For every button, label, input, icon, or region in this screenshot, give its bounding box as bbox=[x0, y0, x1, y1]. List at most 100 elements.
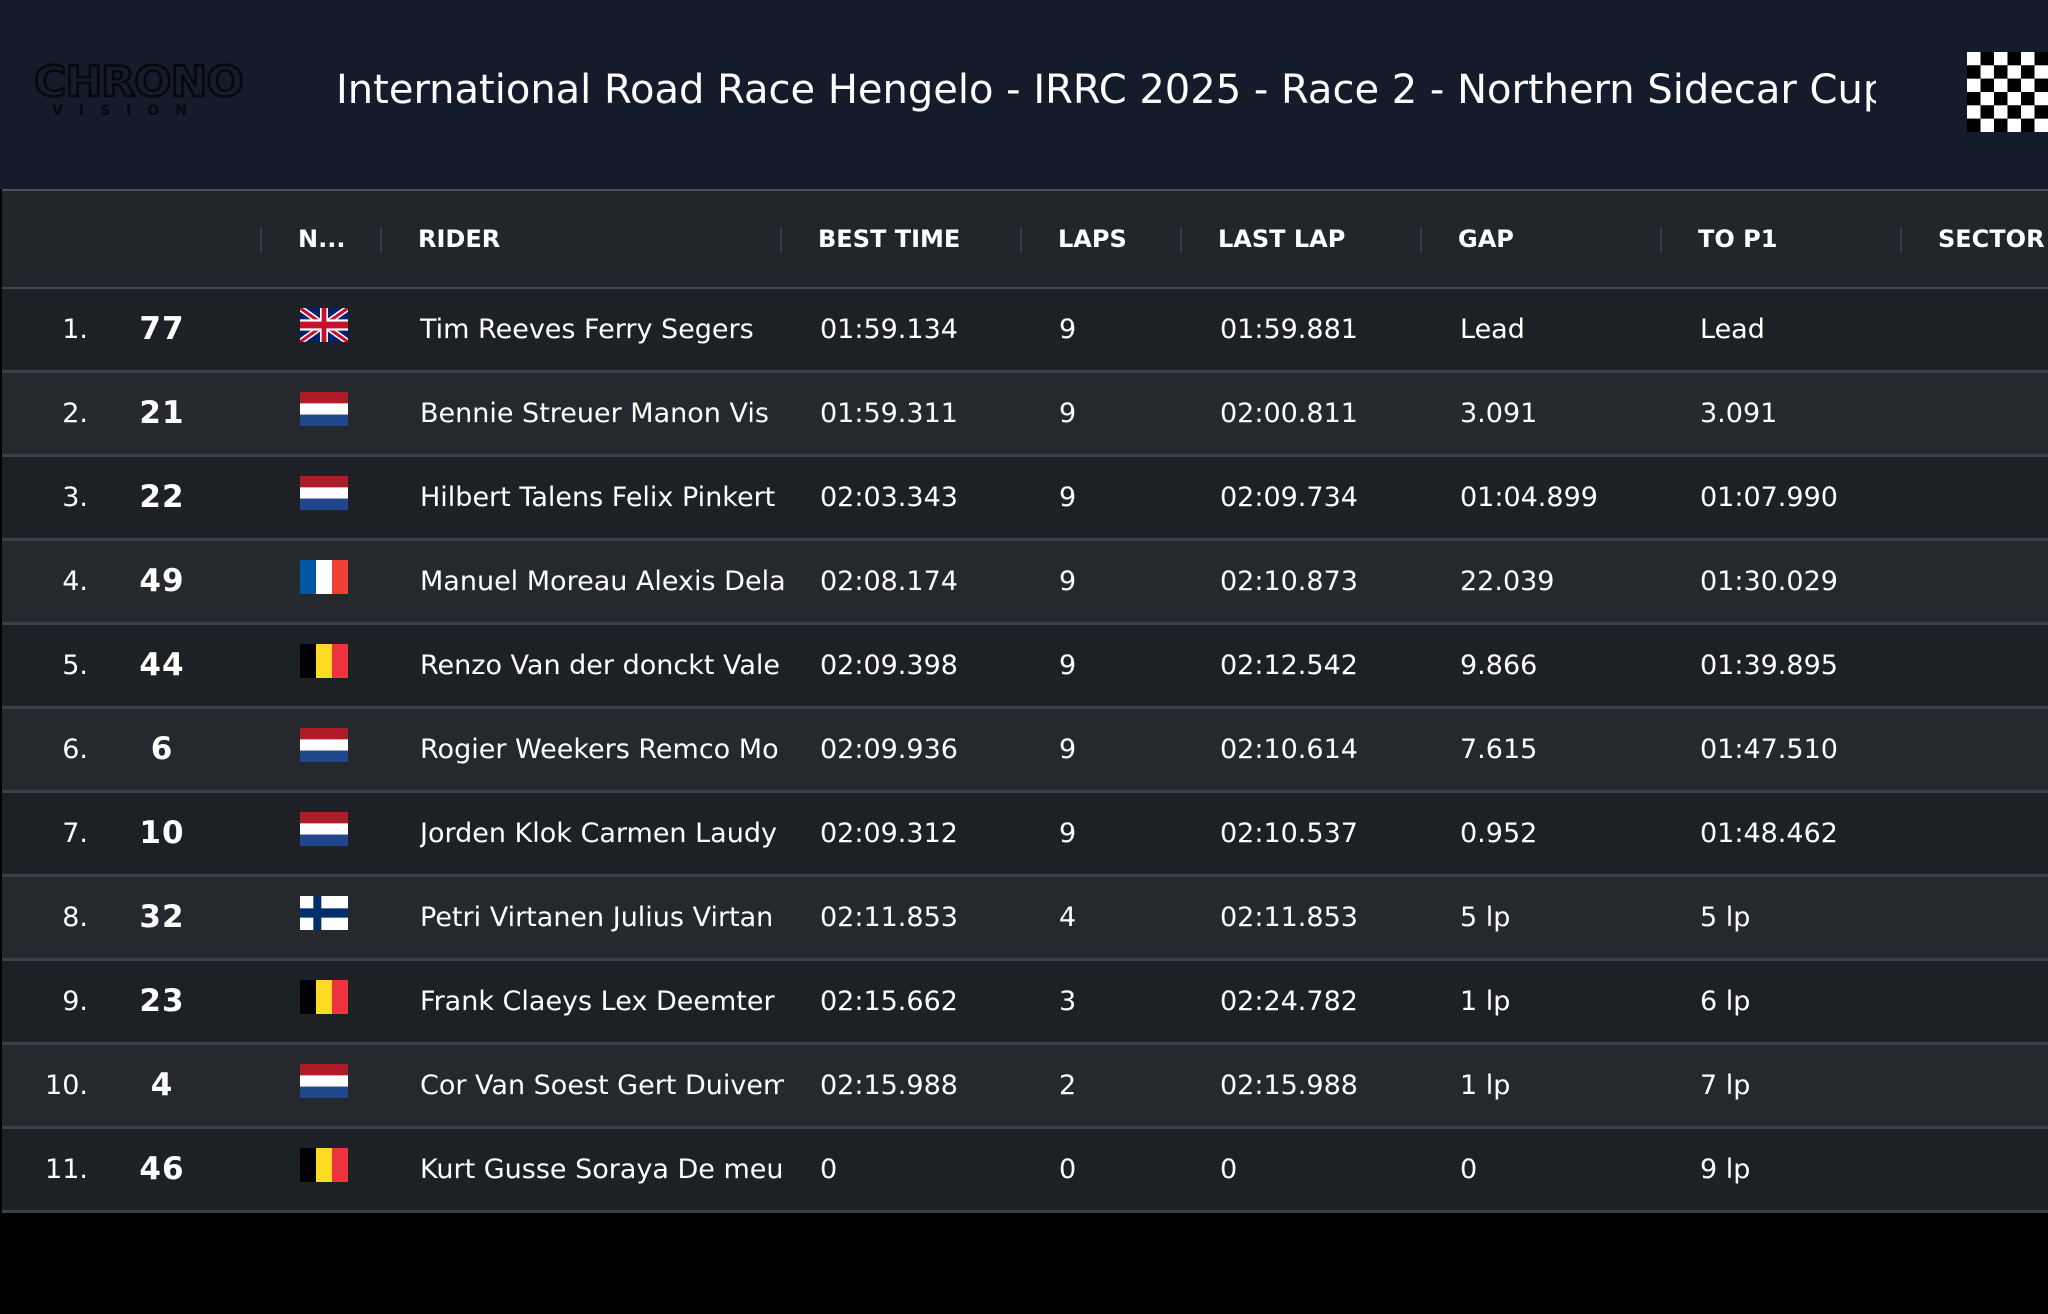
belgium-flag-icon bbox=[300, 1148, 348, 1182]
netherlands-flag-icon bbox=[300, 728, 348, 762]
gap-cell: Lead bbox=[1460, 314, 1525, 345]
to-p1-cell: 01:48.462 bbox=[1700, 818, 1838, 849]
event-title: International Road Race Hengelo - IRRC 2… bbox=[336, 67, 1876, 113]
chrono-vision-logo: CHRONO VISION bbox=[33, 56, 245, 128]
last-lap-cell: 02:12.542 bbox=[1220, 650, 1358, 681]
race-number-cell: 6 bbox=[150, 731, 174, 767]
checkered-flag-icon bbox=[1967, 52, 2048, 132]
logo-subtext: VISION bbox=[52, 103, 203, 119]
laps-cell: 9 bbox=[1059, 650, 1077, 681]
laps-cell: 3 bbox=[1059, 986, 1077, 1017]
laps-cell: 9 bbox=[1059, 818, 1077, 849]
best-time-cell: 02:09.936 bbox=[820, 734, 958, 765]
finland-flag-icon bbox=[300, 896, 348, 930]
best-time-cell: 01:59.311 bbox=[820, 398, 958, 429]
position-cell: 3. bbox=[62, 482, 88, 513]
last-lap-cell: 02:00.811 bbox=[1220, 398, 1358, 429]
race-number-cell: 77 bbox=[139, 311, 185, 347]
column-header-best-time[interactable]: BEST TIME bbox=[818, 191, 960, 287]
laps-cell: 9 bbox=[1059, 314, 1077, 345]
table-row[interactable]: 3. 22 Hilbert Talens Felix Pinkert 02:03.34… bbox=[2, 457, 2048, 541]
laps-cell: 9 bbox=[1059, 734, 1077, 765]
table-row[interactable]: 10. 4 Cor Van Soest Gert Duivem 02:15.988 2 0… bbox=[2, 1045, 2048, 1129]
race-number-cell: 44 bbox=[139, 647, 185, 683]
position-cell: 11. bbox=[45, 1154, 88, 1185]
best-time-cell: 0 bbox=[820, 1154, 838, 1185]
best-time-cell: 02:08.174 bbox=[820, 566, 958, 597]
position-cell: 8. bbox=[62, 902, 88, 933]
position-cell: 10. bbox=[45, 1070, 88, 1101]
rider-name-cell: Jorden Klok Carmen Laudy bbox=[420, 818, 777, 849]
table-row[interactable]: 7. 10 Jorden Klok Carmen Laudy 02:09.312 9 02… bbox=[2, 793, 2048, 877]
rider-name-cell: Rogier Weekers Remco Mo bbox=[420, 734, 779, 765]
last-lap-cell: 02:10.873 bbox=[1220, 566, 1358, 597]
table-row[interactable]: 4. 49 Manuel Moreau Alexis Dela 02:08.174 9 0… bbox=[2, 541, 2048, 625]
laps-cell: 9 bbox=[1059, 398, 1077, 429]
table-row[interactable]: 1. 77 Tim Reeves Ferry Segers 01:59.134 9 01:… bbox=[2, 289, 2048, 373]
race-number-cell: 10 bbox=[139, 815, 185, 851]
rider-name-cell: Bennie Streuer Manon Vis bbox=[420, 398, 769, 429]
netherlands-flag-icon bbox=[300, 476, 348, 510]
netherlands-flag-icon bbox=[300, 812, 348, 846]
position-cell: 7. bbox=[62, 818, 88, 849]
best-time-cell: 01:59.134 bbox=[820, 314, 958, 345]
rider-name-cell: Cor Van Soest Gert Duivem bbox=[420, 1070, 784, 1101]
column-divider bbox=[1180, 228, 1182, 252]
table-row[interactable]: 6. 6 Rogier Weekers Remco Mo 02:09.936 9 02:1… bbox=[2, 709, 2048, 793]
position-cell: 1. bbox=[62, 314, 88, 345]
column-header-last-lap[interactable]: LAST LAP bbox=[1218, 191, 1345, 287]
last-lap-cell: 0 bbox=[1220, 1154, 1238, 1185]
position-cell: 4. bbox=[62, 566, 88, 597]
rider-name-cell: Hilbert Talens Felix Pinkert bbox=[420, 482, 776, 513]
rider-name-cell: Petri Virtanen Julius Virtan bbox=[420, 902, 774, 933]
position-cell: 9. bbox=[62, 986, 88, 1017]
last-lap-cell: 02:10.614 bbox=[1220, 734, 1358, 765]
best-time-cell: 02:09.398 bbox=[820, 650, 958, 681]
gap-cell: 22.039 bbox=[1460, 566, 1555, 597]
race-number-cell: 21 bbox=[139, 395, 185, 431]
to-p1-cell: Lead bbox=[1700, 314, 1765, 345]
position-cell: 2. bbox=[62, 398, 88, 429]
column-divider bbox=[780, 228, 782, 252]
column-header-laps[interactable]: LAPS bbox=[1058, 191, 1127, 287]
column-divider bbox=[380, 228, 382, 252]
table-row[interactable]: 9. 23 Frank Claeys Lex Deemter 02:15.662 3 02… bbox=[2, 961, 2048, 1045]
best-time-cell: 02:15.662 bbox=[820, 986, 958, 1017]
netherlands-flag-icon bbox=[300, 1064, 348, 1098]
column-divider bbox=[1020, 228, 1022, 252]
table-row[interactable]: 11. 46 Kurt Gusse Soraya De meul 0 0 0 0 9 lp bbox=[2, 1129, 2048, 1213]
last-lap-cell: 02:24.782 bbox=[1220, 986, 1358, 1017]
column-header-to-p1[interactable]: TO P1 bbox=[1698, 191, 1777, 287]
table-row[interactable]: 5. 44 Renzo Van der donckt Vale 02:09.398 9 0… bbox=[2, 625, 2048, 709]
rider-name-cell: Kurt Gusse Soraya De meul bbox=[420, 1154, 784, 1185]
to-p1-cell: 5 lp bbox=[1700, 902, 1751, 933]
best-time-cell: 02:11.853 bbox=[820, 902, 958, 933]
to-p1-cell: 01:07.990 bbox=[1700, 482, 1838, 513]
table-row[interactable]: 8. 32 Petri Virtanen Julius Virtan 02:11.85… bbox=[2, 877, 2048, 961]
to-p1-cell: 01:30.029 bbox=[1700, 566, 1838, 597]
belgium-flag-icon bbox=[300, 980, 348, 1014]
laps-cell: 4 bbox=[1059, 902, 1077, 933]
column-header-number[interactable]: N... bbox=[298, 191, 345, 287]
uk-flag-icon bbox=[300, 308, 348, 342]
gap-cell: 01:04.899 bbox=[1460, 482, 1598, 513]
france-flag-icon bbox=[300, 560, 348, 594]
gap-cell: 0 bbox=[1460, 1154, 1478, 1185]
table-header: N... RIDER BEST TIME LAPS LAST LAP GAP T… bbox=[2, 191, 2048, 289]
last-lap-cell: 02:09.734 bbox=[1220, 482, 1358, 513]
to-p1-cell: 7 lp bbox=[1700, 1070, 1751, 1101]
column-header-gap[interactable]: GAP bbox=[1458, 191, 1514, 287]
to-p1-cell: 01:47.510 bbox=[1700, 734, 1838, 765]
column-divider bbox=[1420, 228, 1422, 252]
column-divider bbox=[1660, 228, 1662, 252]
last-lap-cell: 02:10.537 bbox=[1220, 818, 1358, 849]
netherlands-flag-icon bbox=[300, 392, 348, 426]
logo-wordmark: CHRONO bbox=[33, 56, 245, 107]
column-divider bbox=[1900, 228, 1902, 252]
to-p1-cell: 6 lp bbox=[1700, 986, 1751, 1017]
column-header-rider[interactable]: RIDER bbox=[418, 191, 500, 287]
race-number-cell: 4 bbox=[150, 1067, 174, 1103]
column-header-sector[interactable]: SECTOR bbox=[1938, 191, 2045, 287]
rider-name-cell: Renzo Van der donckt Vale bbox=[420, 650, 781, 681]
table-row[interactable]: 2. 21 Bennie Streuer Manon Vis 01:59.311 9 02… bbox=[2, 373, 2048, 457]
